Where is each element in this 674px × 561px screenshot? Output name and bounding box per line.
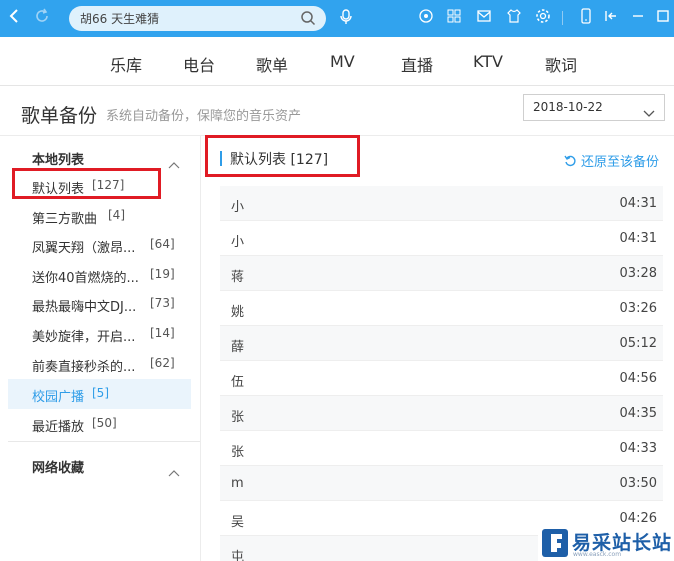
sidebar-item-count: [14] bbox=[150, 326, 175, 340]
song-name: 伍 bbox=[231, 375, 245, 390]
song-row[interactable]: 张 04:35 bbox=[220, 396, 663, 431]
sidebar-item-playlist[interactable]: 前奏直接秒杀的... [62] bbox=[8, 349, 191, 379]
nav-item-playlists[interactable]: 歌单 bbox=[256, 52, 288, 76]
sidebar-item-label: 送你40首燃烧的... bbox=[32, 271, 139, 286]
minimize-icon[interactable] bbox=[628, 8, 648, 30]
restore-icon[interactable] bbox=[564, 152, 577, 171]
list-title-marker bbox=[220, 151, 222, 166]
sidebar-item-playlist[interactable]: 最热最嗨中文DJ... [73] bbox=[8, 289, 191, 319]
sidebar-item-count: [64] bbox=[150, 237, 175, 251]
apps-icon[interactable] bbox=[444, 8, 464, 30]
song-duration: 03:28 bbox=[619, 266, 657, 281]
song-row[interactable]: 伍 04:56 bbox=[220, 361, 663, 396]
mini-mode-icon[interactable] bbox=[601, 8, 621, 30]
song-name: 屯 bbox=[231, 550, 245, 561]
network-favorites-header[interactable]: 网络收藏 bbox=[32, 457, 84, 476]
song-name: 吴 bbox=[231, 515, 245, 530]
sidebar-item-count: [5] bbox=[92, 386, 109, 400]
song-row[interactable]: 姚 03:26 bbox=[220, 291, 663, 326]
sidebar-item-label: 前奏直接秒杀的... bbox=[32, 360, 136, 375]
maximize-icon[interactable] bbox=[653, 8, 673, 30]
song-duration: 04:26 bbox=[619, 511, 657, 526]
sidebar-item-count: [73] bbox=[150, 296, 175, 310]
sidebar-item-label: 凤翼天翔（激昂... bbox=[32, 241, 136, 256]
divider bbox=[562, 11, 563, 25]
search-icon[interactable] bbox=[300, 10, 316, 26]
sidebar-item-playlist[interactable]: 凤翼天翔（激昂... [64] bbox=[8, 230, 191, 260]
backup-date-select[interactable]: 2018-10-22 bbox=[523, 94, 665, 121]
nav-item-library[interactable]: 乐库 bbox=[110, 52, 142, 76]
nav-item-mv[interactable]: MV bbox=[330, 52, 355, 71]
song-name: 张 bbox=[231, 445, 245, 460]
song-name: 薛 bbox=[231, 340, 245, 355]
settings-icon[interactable] bbox=[533, 8, 553, 30]
song-duration: 04:31 bbox=[619, 196, 657, 211]
song-duration: 04:56 bbox=[619, 371, 657, 386]
song-name: 张 bbox=[231, 410, 245, 425]
song-name: m bbox=[231, 476, 244, 491]
search-query: 胡66 天生难猜 bbox=[80, 12, 160, 26]
sidebar-item-label: 最热最嗨中文DJ... bbox=[32, 300, 137, 315]
phone-icon[interactable] bbox=[576, 8, 596, 30]
search-input[interactable]: 胡66 天生难猜 bbox=[69, 6, 326, 31]
highlight-box bbox=[12, 168, 161, 199]
list-title: 默认列表 [127] bbox=[230, 152, 329, 168]
song-row[interactable]: 小 04:31 bbox=[220, 221, 663, 256]
song-duration: 04:33 bbox=[619, 441, 657, 456]
microphone-icon[interactable] bbox=[336, 8, 356, 32]
divider bbox=[8, 441, 200, 442]
song-name: 蒋 bbox=[231, 270, 245, 285]
skin-icon[interactable] bbox=[504, 8, 524, 30]
song-duration: 03:50 bbox=[619, 476, 657, 491]
divider bbox=[200, 136, 201, 561]
watermark: 易采站长站 www.easck.com bbox=[538, 525, 674, 561]
song-name: 小 bbox=[231, 200, 245, 215]
restore-backup-button[interactable]: 还原至该备份 bbox=[581, 151, 659, 170]
song-name: 小 bbox=[231, 235, 245, 250]
nav-item-live[interactable]: 直播 bbox=[401, 52, 433, 76]
sidebar-item-count: [4] bbox=[108, 208, 125, 222]
page-subtitle: 系统自动备份，保障您的音乐资产 bbox=[106, 109, 302, 124]
song-row[interactable]: 薛 05:12 bbox=[220, 326, 663, 361]
sidebar-item-label: 美妙旋律，开启... bbox=[32, 330, 136, 345]
chevron-down-icon bbox=[643, 103, 655, 122]
song-duration: 04:31 bbox=[619, 231, 657, 246]
back-icon[interactable] bbox=[4, 8, 24, 30]
refresh-icon[interactable] bbox=[32, 8, 52, 30]
song-row[interactable]: 蒋 03:28 bbox=[220, 256, 663, 291]
sidebar-item-label: 校园广播 bbox=[32, 390, 85, 405]
song-row[interactable]: m 03:50 bbox=[220, 466, 663, 501]
nav-item-ktv[interactable]: KTV bbox=[473, 52, 503, 71]
sidebar-item-count: [19] bbox=[150, 267, 175, 281]
song-duration: 04:35 bbox=[619, 406, 657, 421]
sidebar-item-recent-plays[interactable]: 最近播放 [50] bbox=[8, 409, 191, 439]
local-list-header[interactable]: 本地列表 bbox=[32, 149, 84, 168]
song-row[interactable]: 小 04:31 bbox=[220, 186, 663, 221]
song-duration: 05:12 bbox=[619, 336, 657, 351]
sidebar-item-campus-radio[interactable]: 校园广播 [5] bbox=[8, 379, 191, 409]
main-nav: 乐库 电台 歌单 MV 直播 KTV 歌词 bbox=[0, 37, 674, 86]
page-title: 歌单备份 bbox=[21, 105, 98, 127]
sidebar-item-third-party[interactable]: 第三方歌曲 [4] bbox=[8, 201, 191, 231]
nav-item-lyrics[interactable]: 歌词 bbox=[545, 52, 577, 76]
song-row[interactable]: 张 04:33 bbox=[220, 431, 663, 466]
backup-date-value: 2018-10-22 bbox=[533, 100, 603, 114]
song-name: 姚 bbox=[231, 305, 245, 320]
sidebar-item-label: 最近播放 bbox=[32, 420, 85, 435]
sidebar-item-playlist[interactable]: 美妙旋律，开启... [14] bbox=[8, 319, 191, 349]
chevron-up-icon[interactable] bbox=[168, 462, 180, 481]
sidebar-item-playlist[interactable]: 送你40首燃烧的... [19] bbox=[8, 260, 191, 290]
nav-item-radio[interactable]: 电台 bbox=[183, 52, 215, 76]
watermark-subtext: www.easck.com bbox=[573, 551, 622, 558]
sidebar-item-count: [50] bbox=[92, 416, 117, 430]
sidebar-item-count: [62] bbox=[150, 356, 175, 370]
title-bar: 胡66 天生难猜 bbox=[0, 0, 674, 37]
sidebar-item-label: 第三方歌曲 bbox=[32, 212, 98, 227]
mail-icon[interactable] bbox=[474, 8, 494, 30]
song-duration: 03:26 bbox=[619, 301, 657, 316]
watermark-logo-icon bbox=[542, 529, 568, 557]
record-icon[interactable] bbox=[416, 8, 436, 30]
